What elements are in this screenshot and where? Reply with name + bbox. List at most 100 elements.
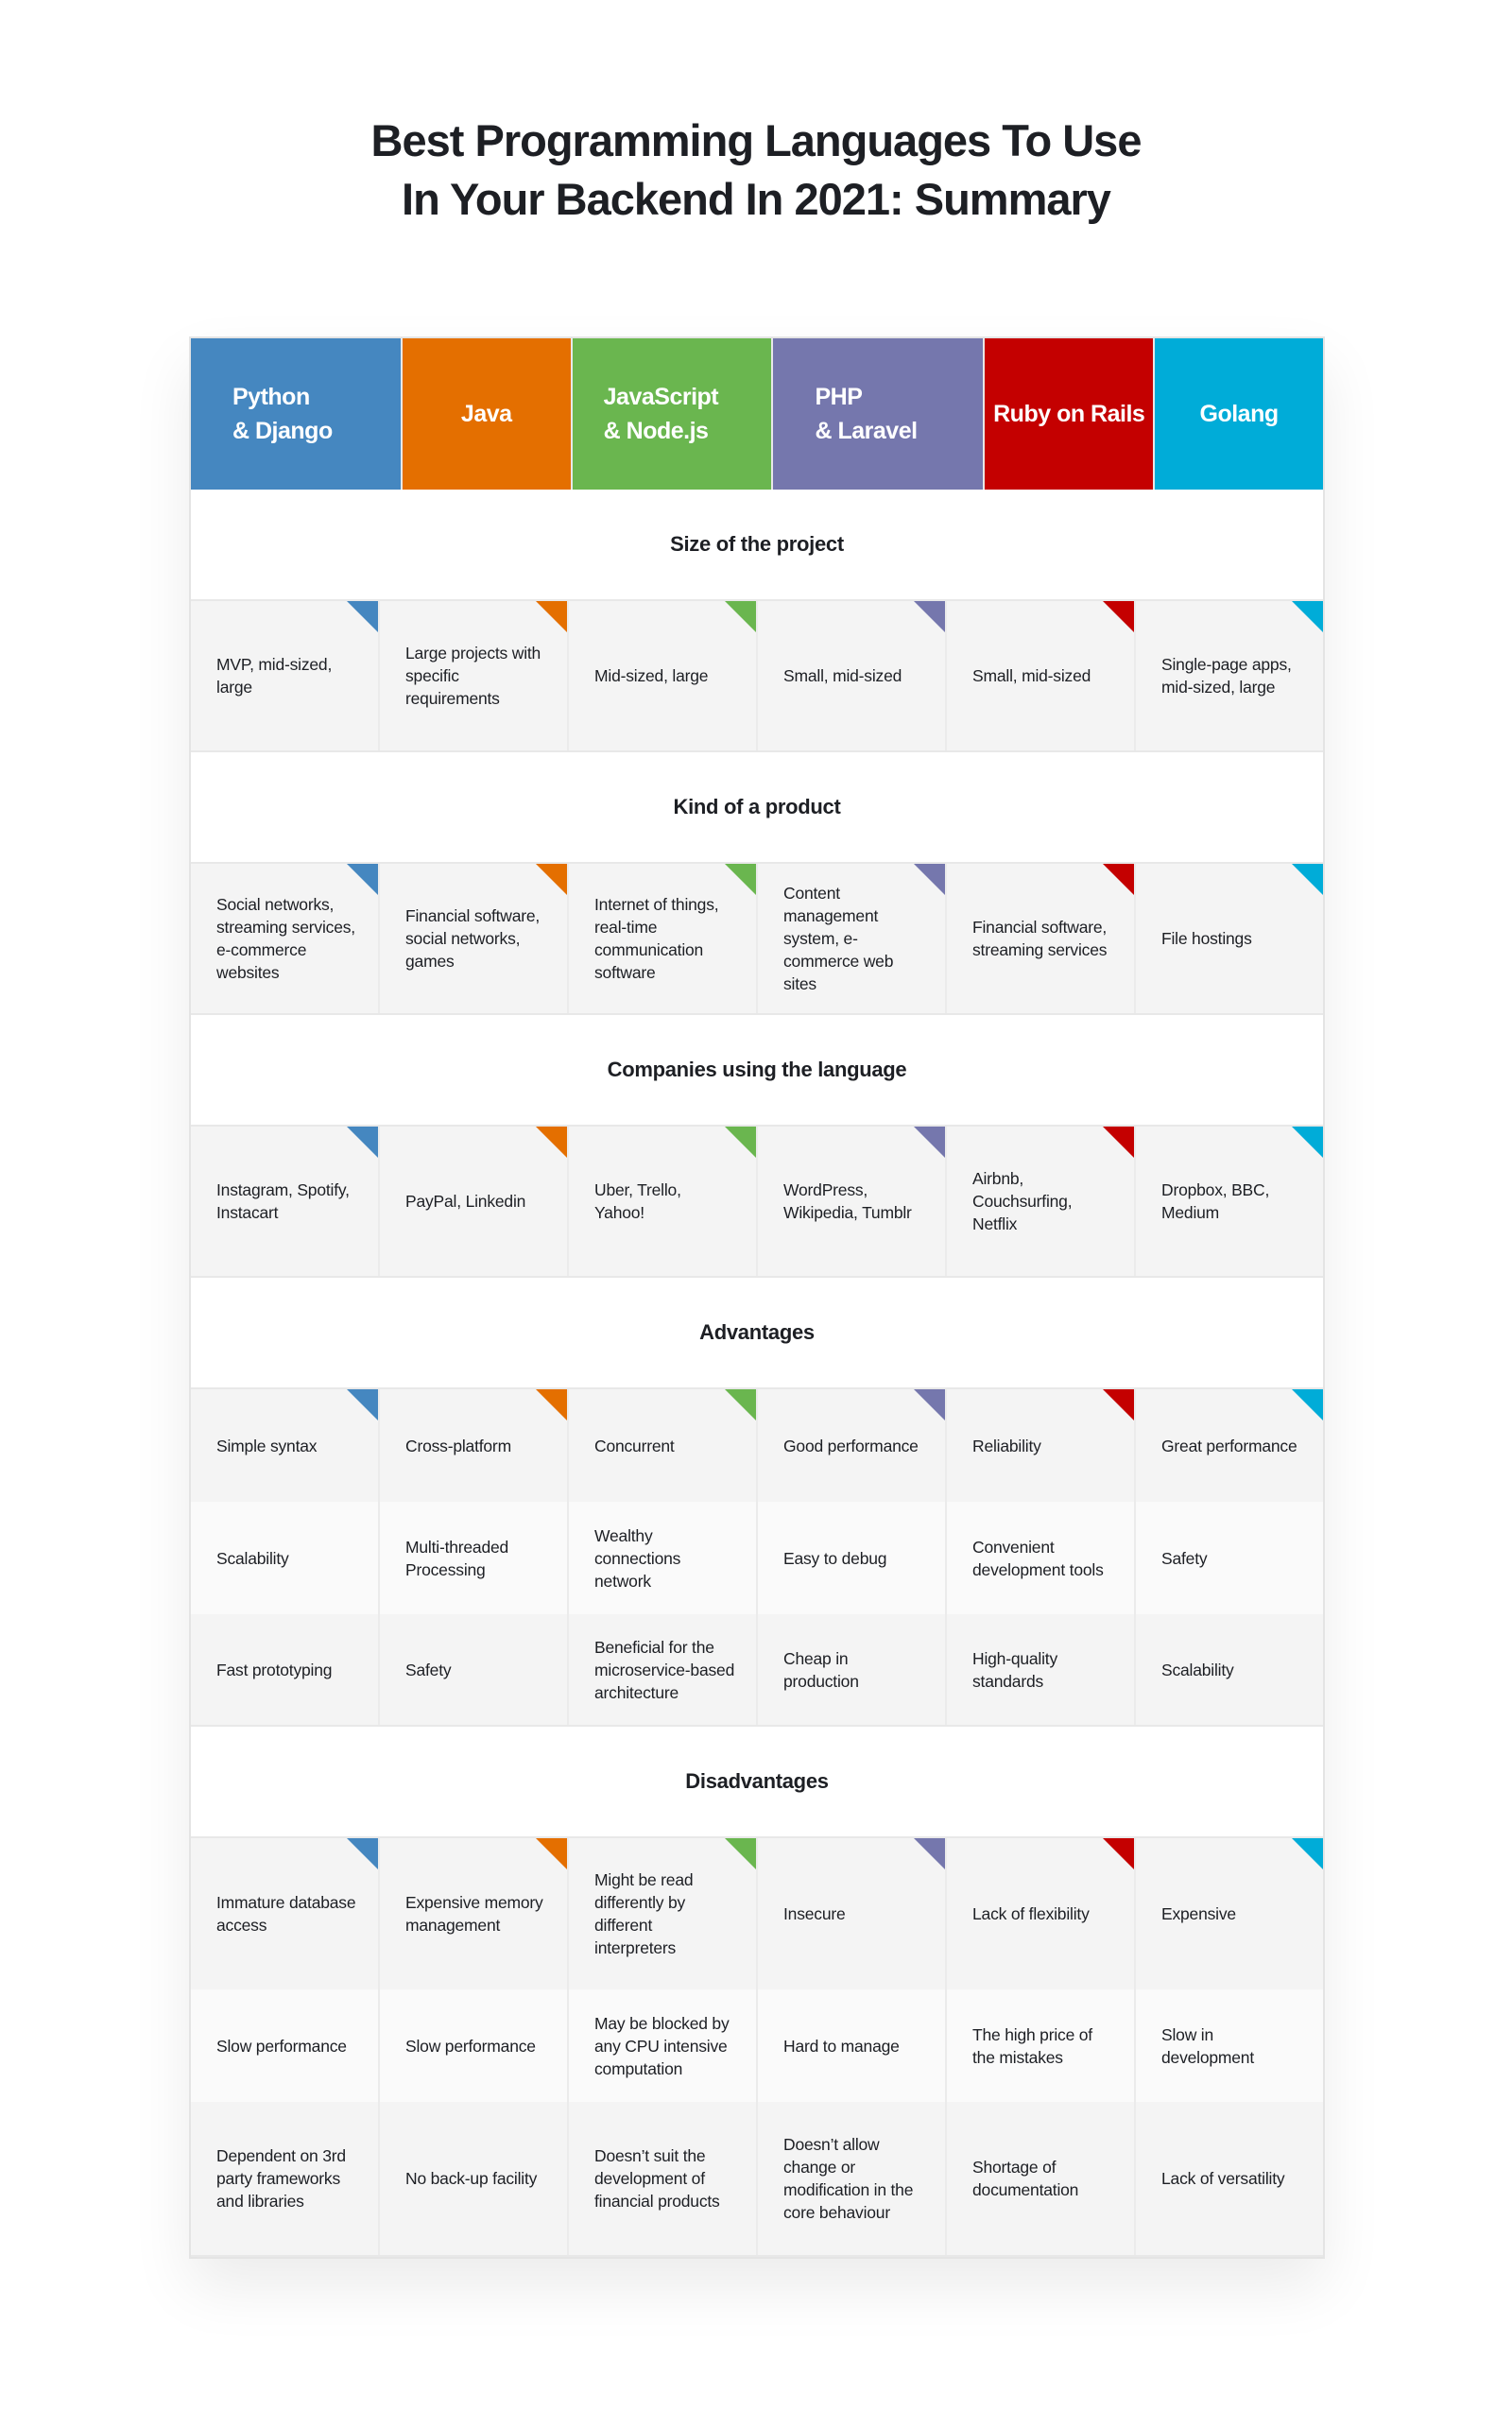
table-cell-java: Expensive memory management <box>380 1838 569 1989</box>
header-label-line: Ruby on Rails <box>993 401 1145 427</box>
table-cell-php-laravel: Insecure <box>758 1838 947 1989</box>
cell-text: Safety <box>1161 1548 1208 1568</box>
table-cell-php-laravel: Content management system, e-commerce we… <box>758 864 947 1013</box>
table-cell-golang: Safety <box>1136 1502 1323 1614</box>
table-cell-java: No back-up facility <box>380 2102 569 2255</box>
table-cell-java: Large projects with specific requirement… <box>380 601 569 750</box>
section-title-companies-using-the-language: Companies using the language <box>191 1015 1323 1127</box>
cell-text: Immature database access <box>216 1893 356 1935</box>
table-cell-python-django: Instagram, Spotify, Instacart <box>191 1127 380 1276</box>
page-title: Best Programming Languages To Use In You… <box>0 112 1512 229</box>
corner-flag-icon <box>347 601 378 632</box>
table-cell-ruby-on-rails: Financial software, streaming services <box>947 864 1136 1013</box>
table-cell-python-django: Dependent on 3rd party frameworks and li… <box>191 2102 380 2255</box>
corner-flag-icon <box>347 1389 378 1420</box>
section-title-advantages: Advantages <box>191 1278 1323 1389</box>
comparison-table: Python & Django Java JavaScript & Node.js … <box>189 336 1325 2259</box>
corner-flag-icon <box>1292 864 1323 895</box>
table-cell-php-laravel: WordPress, Wikipedia, Tumblr <box>758 1127 947 1276</box>
cell-text: File hostings <box>1161 929 1252 948</box>
cell-text: Expensive memory management <box>405 1893 543 1935</box>
table-cell-javascript-node-js: Mid-sized, large <box>569 601 758 750</box>
table-cell-javascript-node-js: May be blocked by any CPU intensive comp… <box>569 1989 758 2102</box>
cell-text: Simple syntax <box>216 1436 318 1455</box>
table-row: Fast prototyping Safety Beneficial for the… <box>191 1614 1323 1727</box>
corner-flag-icon <box>914 864 945 895</box>
corner-flag-icon <box>536 1389 567 1420</box>
table-cell-ruby-on-rails: Reliability <box>947 1389 1136 1502</box>
cell-text: Multi-threaded Processing <box>405 1537 509 1579</box>
header-label-line: Java <box>460 401 512 427</box>
cell-text: Might be read differently by different i… <box>594 1870 694 1957</box>
table-cell-python-django: MVP, mid-sized, large <box>191 601 380 750</box>
table-cell-php-laravel: Hard to manage <box>758 1989 947 2102</box>
table-cell-golang: Great performance <box>1136 1389 1323 1502</box>
table-cell-java: Cross-platform <box>380 1389 569 1502</box>
header-python-django: Python & Django <box>191 338 401 490</box>
table-cell-java: Slow performance <box>380 1989 569 2102</box>
table-row: Slow performance Slow performance May be b… <box>191 1989 1323 2102</box>
cell-text: Cross-platform <box>405 1436 511 1455</box>
table-cell-javascript-node-js: Might be read differently by different i… <box>569 1838 758 1989</box>
table-cell-golang: Expensive <box>1136 1838 1323 1989</box>
table-cell-javascript-node-js: Uber, Trello, Yahoo! <box>569 1127 758 1276</box>
table-row: Simple syntax Cross-platform Concurrent Goo… <box>191 1389 1323 1502</box>
table-cell-php-laravel: Good performance <box>758 1389 947 1502</box>
cell-text: Safety <box>405 1660 452 1679</box>
table-cell-python-django: Immature database access <box>191 1838 380 1989</box>
cell-text: Good performance <box>783 1436 919 1455</box>
section-title-kind-of-a-product: Kind of a product <box>191 752 1323 864</box>
corner-flag-icon <box>347 1838 378 1869</box>
cell-text: Mid-sized, large <box>594 666 709 685</box>
cell-text: Scalability <box>216 1548 289 1568</box>
table-cell-golang: Single-page apps, mid-sized, large <box>1136 601 1323 750</box>
corner-flag-icon <box>1292 1838 1323 1869</box>
corner-flag-icon <box>536 601 567 632</box>
table-row: Immature database access Expensive memory… <box>191 1838 1323 1989</box>
table-cell-golang: Dropbox, BBC, Medium <box>1136 1127 1323 1276</box>
corner-flag-icon <box>725 1389 756 1420</box>
cell-text: Scalability <box>1161 1660 1234 1679</box>
table-cell-ruby-on-rails: Airbnb, Couchsurfing, Netflix <box>947 1127 1136 1276</box>
corner-flag-icon <box>1103 1838 1134 1869</box>
table-cell-python-django: Fast prototyping <box>191 1614 380 1725</box>
table-cell-java: Multi-threaded Processing <box>380 1502 569 1614</box>
table-row: Social networks, streaming services, e-c… <box>191 864 1323 1015</box>
cell-text: Large projects with specific requirement… <box>405 644 541 708</box>
table-cell-java: PayPal, Linkedin <box>380 1127 569 1276</box>
cell-text: Uber, Trello, Yahoo! <box>594 1180 681 1222</box>
table-cell-java: Safety <box>380 1614 569 1725</box>
cell-text: Cheap in production <box>783 1648 859 1691</box>
cell-text: Instagram, Spotify, Instacart <box>216 1180 350 1222</box>
cell-text: No back-up facility <box>405 2169 538 2188</box>
cell-text: The high price of the mistakes <box>972 2024 1092 2067</box>
header-label-line: Golang <box>1199 401 1280 427</box>
table-cell-ruby-on-rails: Small, mid-sized <box>947 601 1136 750</box>
header-label-line: & Laravel <box>815 418 918 444</box>
cell-text: Single-page apps, mid-sized, large <box>1161 655 1292 697</box>
table-cell-javascript-node-js: Concurrent <box>569 1389 758 1502</box>
cell-text: Lack of flexibility <box>972 1904 1090 1923</box>
corner-flag-icon <box>914 1838 945 1869</box>
cell-text: May be blocked by any CPU intensive comp… <box>594 2013 730 2078</box>
table-cell-golang: Lack of versatility <box>1136 2102 1323 2255</box>
corner-flag-icon <box>1103 1127 1134 1158</box>
table-cell-javascript-node-js: Beneficial for the microservice-based ar… <box>569 1614 758 1725</box>
cell-text: WordPress, Wikipedia, Tumblr <box>783 1180 912 1222</box>
corner-flag-icon <box>1292 601 1323 632</box>
cell-text: Financial software, social networks, gam… <box>405 906 541 971</box>
table-cell-python-django: Simple syntax <box>191 1389 380 1502</box>
header-label-line: & Django <box>232 418 333 444</box>
corner-flag-icon <box>725 1838 756 1869</box>
cell-text: Concurrent <box>594 1436 675 1455</box>
table-cell-javascript-node-js: Wealthy connections network <box>569 1502 758 1614</box>
corner-flag-icon <box>536 1127 567 1158</box>
table-cell-golang: File hostings <box>1136 864 1323 1013</box>
header-label-line: PHP <box>815 384 863 410</box>
cell-text: Content management system, e-commerce we… <box>783 884 894 993</box>
table-cell-ruby-on-rails: High-quality standards <box>947 1614 1136 1725</box>
header-php-laravel: PHP & Laravel <box>773 338 984 490</box>
table-cell-php-laravel: Small, mid-sized <box>758 601 947 750</box>
table-cell-java: Financial software, social networks, gam… <box>380 864 569 1013</box>
table-cell-ruby-on-rails: Shortage of documentation <box>947 2102 1136 2255</box>
